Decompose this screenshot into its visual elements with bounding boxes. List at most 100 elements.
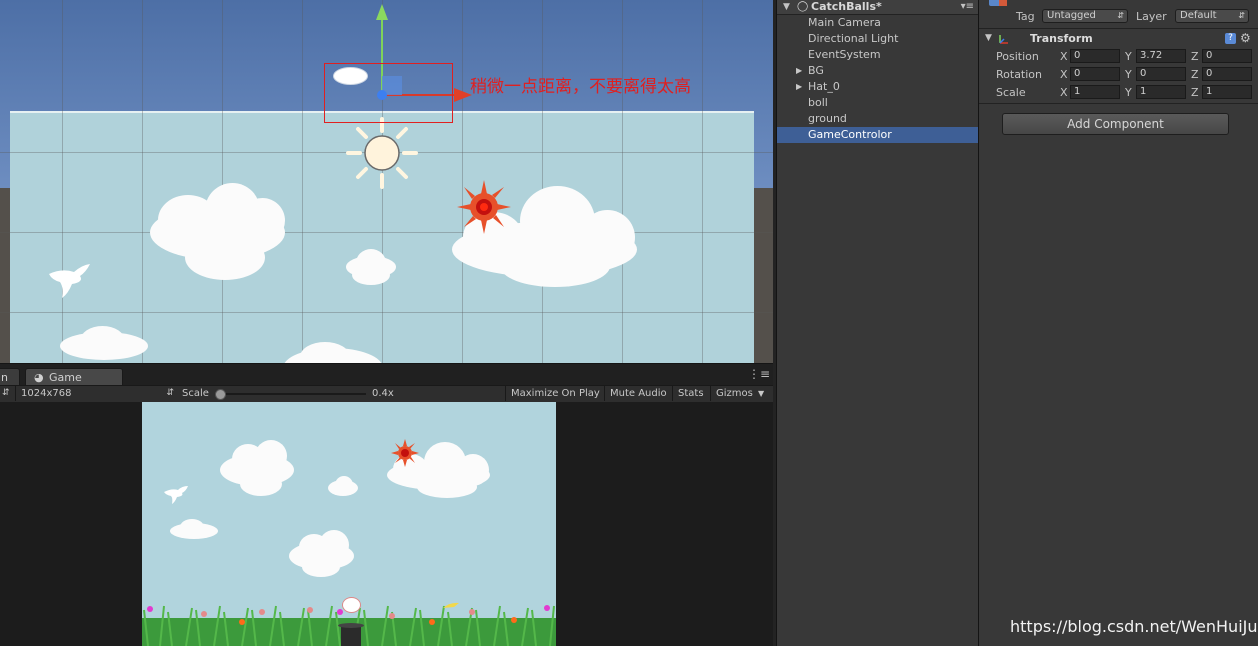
layer-dropdown[interactable]: Default ⇵	[1175, 9, 1249, 23]
expand-arrow-icon[interactable]: ▶	[796, 63, 802, 79]
dropdown-arrow-icon[interactable]: ▼	[758, 386, 764, 401]
hierarchy-item-label: EventSystem	[808, 48, 881, 61]
hierarchy-item[interactable]: ▶ Hat_0	[777, 79, 978, 95]
hierarchy-item[interactable]: boll	[777, 95, 978, 111]
position-label: Position	[996, 50, 1039, 63]
axis-y-label: Y	[1125, 68, 1132, 81]
sun-sprite	[391, 439, 419, 467]
axis-z-label: Z	[1191, 50, 1199, 63]
annotation-text: 稍微一点距离，不要离得太高	[470, 77, 691, 97]
axis-x-label: X	[1060, 50, 1068, 63]
scene-menu-icon[interactable]: ▾≡	[961, 0, 974, 14]
gear-icon[interactable]: ⚙	[1240, 31, 1251, 45]
bird-sprite[interactable]	[44, 260, 94, 302]
axis-z-label: Z	[1191, 68, 1199, 81]
annotation-box	[324, 63, 453, 123]
transform-header[interactable]: ▼ Transform ? ⚙	[979, 31, 1258, 47]
bird-sprite	[443, 602, 459, 608]
game-tab-bar: n ◕ Game ⋮≡	[0, 363, 773, 386]
resolution-dropdown[interactable]: 1024x768 ⇵	[15, 386, 176, 401]
hierarchy-item[interactable]: Main Camera	[777, 15, 978, 31]
divider	[979, 103, 1258, 104]
scene-name: CatchBalls*	[811, 0, 882, 13]
grid-line	[542, 0, 543, 363]
help-icon[interactable]: ?	[1225, 33, 1236, 44]
rotation-y-field[interactable]: 0	[1136, 67, 1186, 81]
scale-x-field[interactable]: 1	[1070, 85, 1120, 99]
dropdown-arrow-icon: ⇵	[1238, 11, 1245, 20]
rotation-z-field[interactable]: 0	[1202, 67, 1252, 81]
gizmos-label: Gizmos	[716, 388, 753, 399]
game-view[interactable]	[142, 402, 556, 646]
scale-z-field[interactable]: 1	[1202, 85, 1252, 99]
hierarchy-item[interactable]: EventSystem	[777, 47, 978, 63]
maximize-on-play-toggle[interactable]: Maximize On Play	[505, 386, 605, 401]
hierarchy-item[interactable]: GameControlor	[777, 127, 978, 143]
hierarchy-item-label: Main Camera	[808, 16, 881, 29]
scale-slider-track[interactable]	[218, 393, 366, 395]
watermark: https://blog.csdn.net/WenHuiJun_	[1010, 617, 1258, 636]
mute-audio-toggle[interactable]: Mute Audio	[604, 386, 672, 401]
hierarchy-item-label: Hat_0	[808, 80, 840, 93]
scale-value: 0.4x	[372, 388, 394, 399]
component-title: Transform	[1030, 32, 1093, 45]
unity-scene-icon: ◯	[797, 1, 809, 12]
axis-x-label: X	[1060, 68, 1068, 81]
game-toolbar: ⇵ 1024x768 ⇵ Scale 0.4x Maximize On Play…	[0, 385, 773, 403]
dropdown-arrow-icon[interactable]: ⇵	[2, 386, 10, 401]
position-x-field[interactable]: 0	[1070, 49, 1120, 63]
grid-line	[62, 0, 63, 363]
add-component-button[interactable]: Add Component	[1002, 113, 1229, 135]
hierarchy-item[interactable]: Directional Light	[777, 31, 978, 47]
scale-slider-handle[interactable]	[215, 389, 226, 400]
axis-y-label: Y	[1125, 86, 1132, 99]
hierarchy-item-label: BG	[808, 64, 824, 77]
position-y-field[interactable]: 3.72	[1136, 49, 1186, 63]
tag-value: Untagged	[1047, 10, 1096, 21]
grid-line	[222, 0, 223, 363]
axis-z-label: Z	[1191, 86, 1199, 99]
gizmos-dropdown[interactable]: Gizmos	[710, 386, 765, 401]
grid-line	[0, 232, 773, 233]
sun-sprite[interactable]	[455, 178, 513, 236]
grid-line	[302, 0, 303, 363]
rotation-label: Rotation	[996, 68, 1043, 81]
scale-y-field[interactable]: 1	[1136, 85, 1186, 99]
scene-header[interactable]: ▼ ◯ CatchBalls* ▾≡	[777, 0, 978, 15]
gameobject-cube-icon-side	[999, 0, 1007, 6]
layer-label: Layer	[1136, 10, 1167, 23]
position-z-field[interactable]: 0	[1202, 49, 1252, 63]
layer-value: Default	[1180, 10, 1217, 21]
hierarchy-item-label: ground	[808, 112, 847, 125]
hierarchy-item-label: boll	[808, 96, 828, 109]
grid-line	[622, 0, 623, 363]
foldout-arrow-icon[interactable]: ▼	[985, 33, 992, 43]
tab-game[interactable]: ◕ Game	[25, 368, 123, 386]
directional-light-icon[interactable]	[344, 115, 420, 191]
scale-label: Scale	[182, 388, 209, 399]
hierarchy-item[interactable]: ▶ BG	[777, 63, 978, 79]
expand-arrow-icon[interactable]: ▶	[796, 79, 802, 95]
stats-toggle[interactable]: Stats	[672, 386, 709, 401]
dropdown-arrow-icon: ⇵	[1117, 11, 1124, 20]
hierarchy-item[interactable]: ground	[777, 111, 978, 127]
hierarchy-panel: ▼ ◯ CatchBalls* ▾≡ Main Camera Directiona…	[776, 0, 979, 646]
rotation-x-field[interactable]: 0	[1070, 67, 1120, 81]
hierarchy-item-label: GameControlor	[808, 128, 892, 141]
resolution-value: 1024x768	[21, 388, 72, 399]
panel-menu-icon[interactable]: ⋮≡	[748, 367, 770, 381]
collapse-arrow-icon[interactable]: ▼	[783, 0, 790, 14]
grid-line	[0, 312, 773, 313]
axis-x-label: X	[1060, 86, 1068, 99]
divider	[979, 28, 1258, 29]
transform-icon	[999, 35, 1008, 44]
scene-view[interactable]: 稍微一点距离，不要离得太高	[0, 0, 773, 363]
tag-dropdown[interactable]: Untagged ⇵	[1042, 9, 1128, 23]
dropdown-arrow-icon: ⇵	[166, 388, 174, 398]
hat-rim	[338, 623, 364, 628]
tab-scene[interactable]: n	[0, 368, 20, 386]
tab-label: n	[1, 371, 8, 384]
ball-sprite	[342, 597, 361, 613]
scale-label: Scale	[996, 86, 1026, 99]
grid-line	[142, 0, 143, 363]
